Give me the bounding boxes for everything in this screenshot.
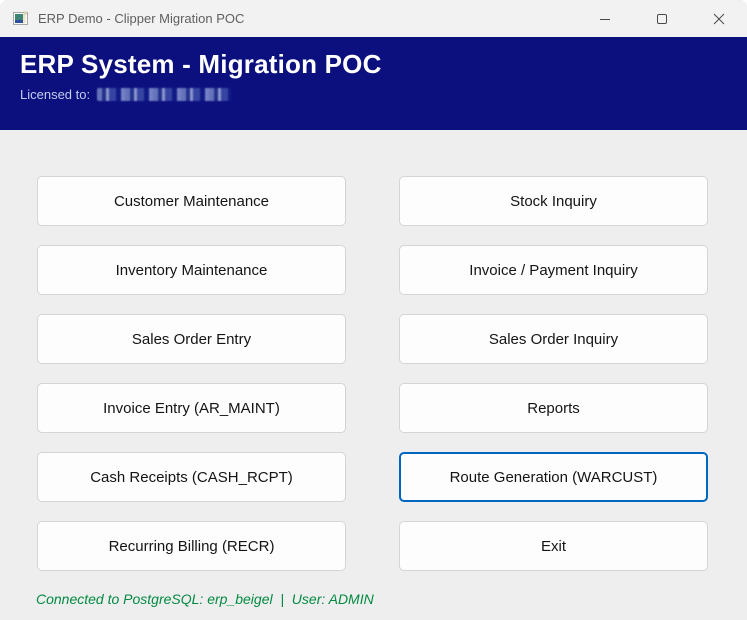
app-window: ERP Demo - Clipper Migration POC ERP Sys… <box>0 0 747 620</box>
tk-app-icon <box>13 11 28 25</box>
app-header: ERP System - Migration POC Licensed to: <box>0 37 747 130</box>
minimize-button[interactable] <box>576 0 633 37</box>
maximize-button[interactable] <box>633 0 690 37</box>
menu-button-exit[interactable]: Exit <box>399 521 708 571</box>
menu-button-recurring-billing[interactable]: Recurring Billing (RECR) <box>37 521 346 571</box>
window-title: ERP Demo - Clipper Migration POC <box>38 11 245 26</box>
status-text: Connected to PostgreSQL: erp_beigel | Us… <box>36 591 374 607</box>
menu-button-cash-receipts[interactable]: Cash Receipts (CASH_RCPT) <box>37 452 346 502</box>
titlebar: ERP Demo - Clipper Migration POC <box>0 0 747 37</box>
menu-button-sales-order-entry[interactable]: Sales Order Entry <box>37 314 346 364</box>
licensee-redacted <box>97 88 232 101</box>
menu-button-stock-inquiry[interactable]: Stock Inquiry <box>399 176 708 226</box>
menu-button-sales-order-inquiry[interactable]: Sales Order Inquiry <box>399 314 708 364</box>
menu-grid: Customer Maintenance Stock Inquiry Inven… <box>37 176 708 571</box>
menu-button-inventory-maintenance[interactable]: Inventory Maintenance <box>37 245 346 295</box>
minimize-icon <box>599 18 610 20</box>
menu-button-reports[interactable]: Reports <box>399 383 708 433</box>
menu-button-invoice-entry[interactable]: Invoice Entry (AR_MAINT) <box>37 383 346 433</box>
close-icon <box>713 13 724 24</box>
menu-button-route-generation[interactable]: Route Generation (WARCUST) <box>399 452 708 502</box>
close-button[interactable] <box>690 0 747 37</box>
menu-button-customer-maintenance[interactable]: Customer Maintenance <box>37 176 346 226</box>
maximize-icon <box>656 13 667 24</box>
page-title: ERP System - Migration POC <box>20 49 382 79</box>
window-controls <box>576 0 747 37</box>
main-content: Customer Maintenance Stock Inquiry Inven… <box>0 130 747 620</box>
license-line: Licensed to: <box>20 87 727 102</box>
menu-button-invoice-payment-inquiry[interactable]: Invoice / Payment Inquiry <box>399 245 708 295</box>
license-label: Licensed to: <box>20 87 91 102</box>
